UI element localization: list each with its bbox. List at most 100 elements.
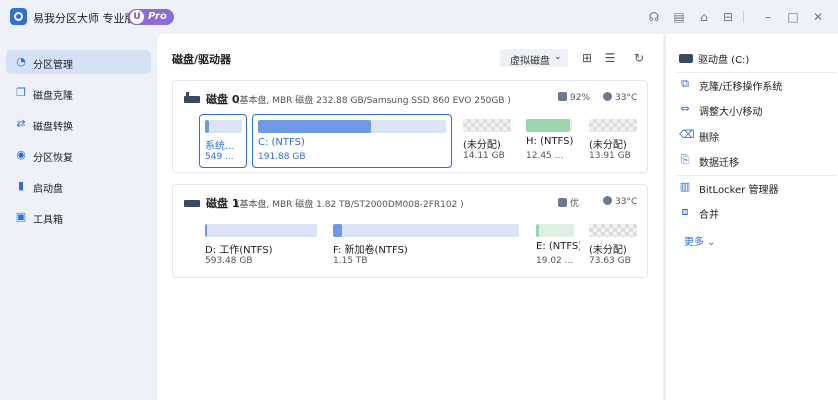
feedback-icon[interactable]: ▤ (672, 10, 686, 24)
action-label: 数据迁移 (699, 158, 739, 169)
partition-label: D: 工作(NTFS) (205, 245, 273, 256)
maximize-icon[interactable]: □ (786, 10, 800, 24)
refresh-icon[interactable]: ↻ (632, 51, 646, 65)
partition-size: 593.48 GB (205, 256, 253, 266)
sidebar-item-label: 工具箱 (33, 215, 63, 226)
usage-bar (589, 224, 637, 237)
sidebar-item-toolbox[interactable]: ▣ 工具箱 (6, 205, 151, 229)
selected-drive-label: 驱动盘 (C:) (698, 55, 750, 66)
partition-unallocated[interactable]: (未分配) 14.11 GB (461, 114, 516, 168)
app-title: 易我分区大师 专业版 (33, 12, 136, 25)
sidebar-item-label: 分区管理 (33, 60, 73, 71)
sidebar-item-partition-manage[interactable]: ◔ 分区管理 (6, 50, 151, 74)
action-label: 克隆/迁移操作系统 (699, 82, 783, 93)
action-label: 合并 (699, 210, 719, 221)
sidebar-item-disk-convert[interactable]: ⇄ 磁盘转换 (6, 112, 151, 136)
partition-unallocated[interactable]: (未分配) 13.91 GB (587, 114, 643, 168)
disk-card-1[interactable]: 磁盘 1 (基本盘, MBR 磁盘 1.82 TB/ST2000DM008-2F… (172, 184, 648, 278)
usage-fill (333, 224, 343, 237)
sidebar: ◔ 分区管理 ❐ 磁盘克隆 ⇄ 磁盘转换 ◉ 分区恢复 ▮ 启动盘 ▣ 工具箱 (0, 34, 156, 400)
action-resize-move[interactable]: ⇔ 调整大小/移动 (679, 102, 834, 119)
shirt-icon[interactable]: ⌂ (697, 10, 711, 24)
disk-card-0[interactable]: 磁盘 0 (基本盘, MBR 磁盘 232.88 GB/Samsung SSD … (172, 80, 648, 173)
temperature-value: 33°C (615, 93, 638, 103)
list-view-icon[interactable]: ☰ (603, 51, 617, 65)
sidebar-item-label: 启动盘 (33, 184, 63, 195)
migrate-icon: ⎘ (680, 153, 690, 166)
chevron-down-icon: ⌄ (704, 237, 716, 248)
action-bitlocker[interactable]: ▥ BitLocker 管理器 (679, 180, 834, 197)
drive-icon (679, 54, 693, 63)
sidebar-item-disk-clone[interactable]: ❐ 磁盘克隆 (6, 81, 151, 105)
toolbox-icon: ▣ (15, 210, 27, 223)
partition-label: 系统... (205, 141, 235, 152)
clone-icon: ❐ (16, 86, 26, 99)
partition-f[interactable]: F: 新加卷(NTFS) 1.15 TB (331, 219, 526, 273)
sidebar-item-partition-recovery[interactable]: ◉ 分区恢复 (6, 143, 151, 167)
action-label: 删除 (699, 133, 719, 144)
sidebar-item-label: 磁盘克隆 (33, 91, 73, 102)
action-label: BitLocker 管理器 (699, 185, 779, 196)
headset-icon[interactable]: ☊ (647, 10, 661, 24)
bitlocker-icon: ▥ (679, 180, 691, 193)
disk-info: (基本盘, MBR 磁盘 232.88 GB/Samsung SSD 860 E… (236, 96, 511, 106)
partition-system[interactable]: 系统... 549 ... (199, 114, 247, 168)
partition-e[interactable]: E: (NTFS) 19.02 ... (534, 219, 581, 273)
usage-bar (463, 119, 511, 132)
action-merge[interactable]: ⧈ 合并 (679, 205, 834, 222)
pro-badge[interactable]: U Pro (128, 9, 174, 25)
usage-bar (205, 120, 242, 133)
partition-c[interactable]: C: (NTFS) 191.88 GB (252, 114, 452, 168)
close-icon[interactable]: ✕ (811, 10, 825, 24)
virtual-disk-select[interactable]: 虚拟磁盘 ⌄ (500, 49, 568, 67)
divider (676, 175, 836, 176)
partition-unallocated[interactable]: (未分配) 73.63 GB (587, 219, 643, 273)
temperature-value: 33°C (615, 197, 638, 207)
usage-bar (258, 120, 446, 133)
partition-label: E: (NTFS) (536, 241, 580, 252)
page-title: 磁盘/驱动器 (172, 53, 232, 66)
grid-view-icon[interactable]: ⊞ (580, 51, 594, 65)
exit-icon[interactable]: ⊟ (721, 10, 735, 24)
health-icon (558, 198, 567, 207)
partition-size: 14.11 GB (463, 151, 505, 161)
trash-icon: ⌫ (679, 128, 695, 141)
health-status: 92% (558, 92, 590, 103)
partition-label: (未分配) (589, 140, 627, 151)
virtual-disk-select-label: 虚拟磁盘 (510, 56, 550, 67)
action-clone-os[interactable]: ⧉ 克隆/迁移操作系统 (679, 77, 834, 94)
partition-size: 13.91 GB (589, 151, 631, 161)
action-delete[interactable]: ⌫ 删除 (679, 128, 834, 145)
disk-icon (184, 92, 200, 104)
partition-label: (未分配) (463, 140, 501, 151)
convert-icon: ⇄ (16, 117, 26, 130)
partition-d[interactable]: D: 工作(NTFS) 593.48 GB (203, 219, 323, 273)
usage-bar (205, 224, 317, 237)
partition-size: 549 ... (205, 152, 234, 162)
selected-drive-header: 驱动盘 (C:) (679, 51, 749, 66)
usage-fill (258, 120, 371, 133)
sidebar-item-label: 分区恢复 (33, 153, 73, 164)
clone-os-icon: ⧉ (681, 77, 689, 90)
action-data-migrate[interactable]: ⎘ 数据迁移 (679, 153, 834, 170)
thermometer-icon (603, 92, 612, 101)
recovery-icon: ◉ (16, 148, 26, 161)
health-icon (558, 92, 567, 101)
health-status: 优 (558, 196, 579, 209)
more-button[interactable]: 更多 ⌄ (684, 233, 716, 248)
partition-h[interactable]: H: (NTFS) 12.45 ... (524, 114, 580, 168)
sidebar-item-boot-disk[interactable]: ▮ 启动盘 (6, 174, 151, 198)
partition-size: 12.45 ... (526, 151, 564, 161)
minimize-icon[interactable]: – (761, 10, 775, 24)
usage-fill (205, 120, 209, 133)
disk-name: 磁盘 0 (206, 93, 240, 106)
usage-bar (589, 119, 637, 132)
usage-fill (205, 224, 208, 237)
health-value: 92% (570, 93, 591, 103)
disk-name: 磁盘 1 (206, 197, 240, 210)
resize-icon: ⇔ (680, 102, 690, 115)
pro-u-icon: U (130, 10, 144, 24)
usage-fill (526, 119, 570, 132)
app-logo-icon (10, 8, 27, 25)
partition-size: 19.02 ... (536, 256, 574, 266)
